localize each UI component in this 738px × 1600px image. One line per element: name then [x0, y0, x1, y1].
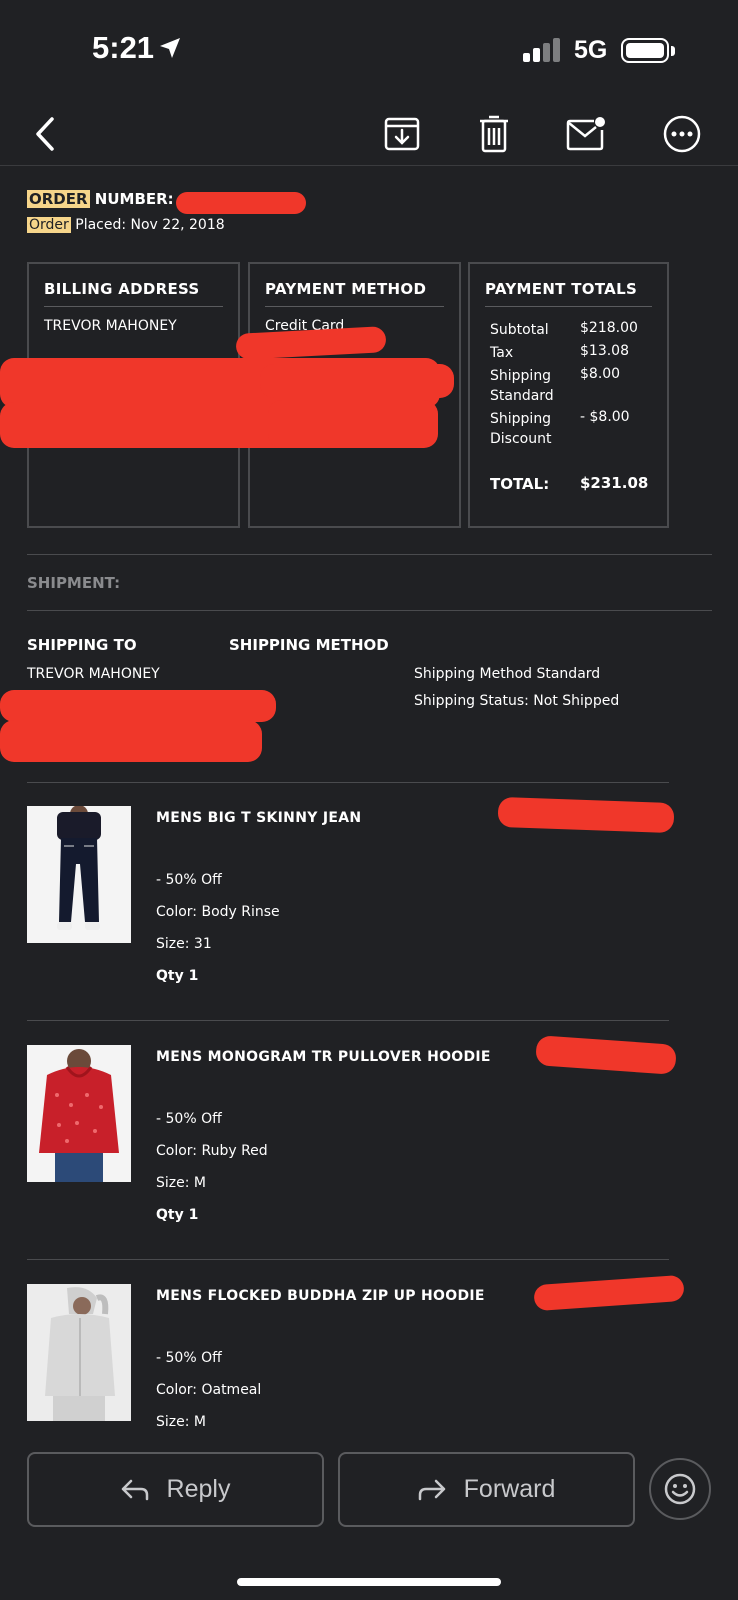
shipping-to-name: TREVOR MAHONEY: [27, 666, 160, 682]
product-image-hoodie-oatmeal[interactable]: [27, 1284, 131, 1421]
item-color: Color: Oatmeal: [156, 1382, 262, 1398]
total-value: $231.08: [580, 474, 649, 492]
shipping-value: $8.00: [580, 366, 621, 382]
archive-icon[interactable]: [380, 112, 424, 156]
billing-address-title: BILLING ADDRESS: [44, 280, 223, 307]
forward-label: Forward: [463, 1475, 556, 1503]
redaction-mark: [0, 720, 262, 762]
total-label: TOTAL:: [490, 475, 550, 493]
order-placed-line: Order Placed: Nov 22, 2018: [27, 217, 225, 233]
item-discount: - 50% Off: [156, 1111, 222, 1127]
divider: [27, 782, 669, 783]
forward-icon: [418, 1479, 445, 1500]
item-size: Size: M: [156, 1414, 206, 1430]
redaction-mark: [260, 364, 454, 398]
item-color: Color: Ruby Red: [156, 1143, 268, 1159]
item-discount: - 50% Off: [156, 1350, 222, 1366]
shipping-label: Shipping Standard: [490, 368, 554, 404]
redaction-mark: [0, 402, 300, 448]
shipping-to-label: SHIPPING TO: [27, 636, 137, 654]
more-icon[interactable]: [660, 112, 704, 156]
divider: [27, 1020, 669, 1021]
status-time: 5:21: [92, 30, 155, 65]
battery-icon: [621, 38, 669, 63]
shipping-method-label: SHIPPING METHOD: [229, 636, 389, 654]
redaction-mark: [533, 1274, 685, 1312]
mail-toolbar: [0, 100, 738, 166]
shipping-discount-value: - $8.00: [580, 409, 630, 425]
shipment-label: SHIPMENT:: [27, 574, 121, 592]
network-type: 5G: [574, 36, 608, 64]
item-qty: Qty 1: [156, 1207, 199, 1223]
home-indicator[interactable]: [237, 1578, 501, 1586]
item-name: MENS MONOGRAM TR PULLOVER HOODIE: [156, 1049, 491, 1065]
item-color: Color: Body Rinse: [156, 904, 280, 920]
redaction-mark: [535, 1035, 677, 1075]
item-name: MENS BIG T SKINNY JEAN: [156, 810, 362, 826]
bottom-action-bar: Reply Forward: [0, 1436, 738, 1600]
reply-icon: [121, 1479, 148, 1500]
forward-button[interactable]: Forward: [338, 1452, 635, 1527]
item-size: Size: M: [156, 1175, 206, 1191]
product-image-jean[interactable]: [27, 806, 131, 943]
mark-unread-icon[interactable]: [564, 112, 608, 156]
billing-name: TREVOR MAHONEY: [44, 318, 177, 334]
item-discount: - 50% Off: [156, 872, 222, 888]
subtotal-label: Subtotal: [490, 322, 549, 338]
payment-totals-box: PAYMENT TOTALS Subtotal $218.00 Tax $13.…: [468, 262, 669, 528]
order-number-label: NUMBER:: [89, 190, 174, 208]
smiley-icon: [664, 1473, 696, 1505]
trash-icon[interactable]: [472, 112, 516, 156]
back-icon[interactable]: [24, 112, 68, 156]
location-arrow-icon: [160, 38, 180, 58]
order-placed-highlight: Order: [27, 217, 71, 233]
status-bar: 5:21 5G: [0, 0, 738, 100]
item-name: MENS FLOCKED BUDDHA ZIP UP HOODIE: [156, 1288, 485, 1304]
reply-label: Reply: [166, 1475, 231, 1503]
redaction-mark: [0, 690, 276, 722]
emoji-reaction-button[interactable]: [649, 1458, 711, 1520]
divider: [27, 554, 712, 555]
order-placed-text: Placed: Nov 22, 2018: [70, 217, 225, 233]
divider: [27, 1259, 669, 1260]
item-size: Size: 31: [156, 936, 212, 952]
tax-value: $13.08: [580, 343, 629, 359]
product-image-hoodie-red[interactable]: [27, 1045, 131, 1182]
cellular-signal-icon: [523, 38, 563, 62]
order-number-line: ORDER NUMBER:: [27, 190, 174, 208]
shipping-discount-label: Shipping Discount: [490, 411, 552, 447]
redaction-mark: [176, 192, 306, 214]
divider: [27, 610, 712, 611]
subtotal-value: $218.00: [580, 320, 638, 336]
redaction-mark: [497, 796, 675, 834]
reply-button[interactable]: Reply: [27, 1452, 324, 1527]
payment-method-title: PAYMENT METHOD: [265, 280, 444, 307]
tax-label: Tax: [490, 345, 514, 361]
battery-tip: [671, 46, 675, 56]
item-qty: Qty 1: [156, 968, 199, 984]
redaction-mark: [268, 400, 438, 448]
shipping-method-value: Shipping Method Standard: [414, 666, 601, 682]
order-highlight: ORDER: [27, 190, 90, 208]
shipping-status-value: Shipping Status: Not Shipped: [414, 693, 620, 709]
payment-totals-title: PAYMENT TOTALS: [485, 280, 652, 307]
